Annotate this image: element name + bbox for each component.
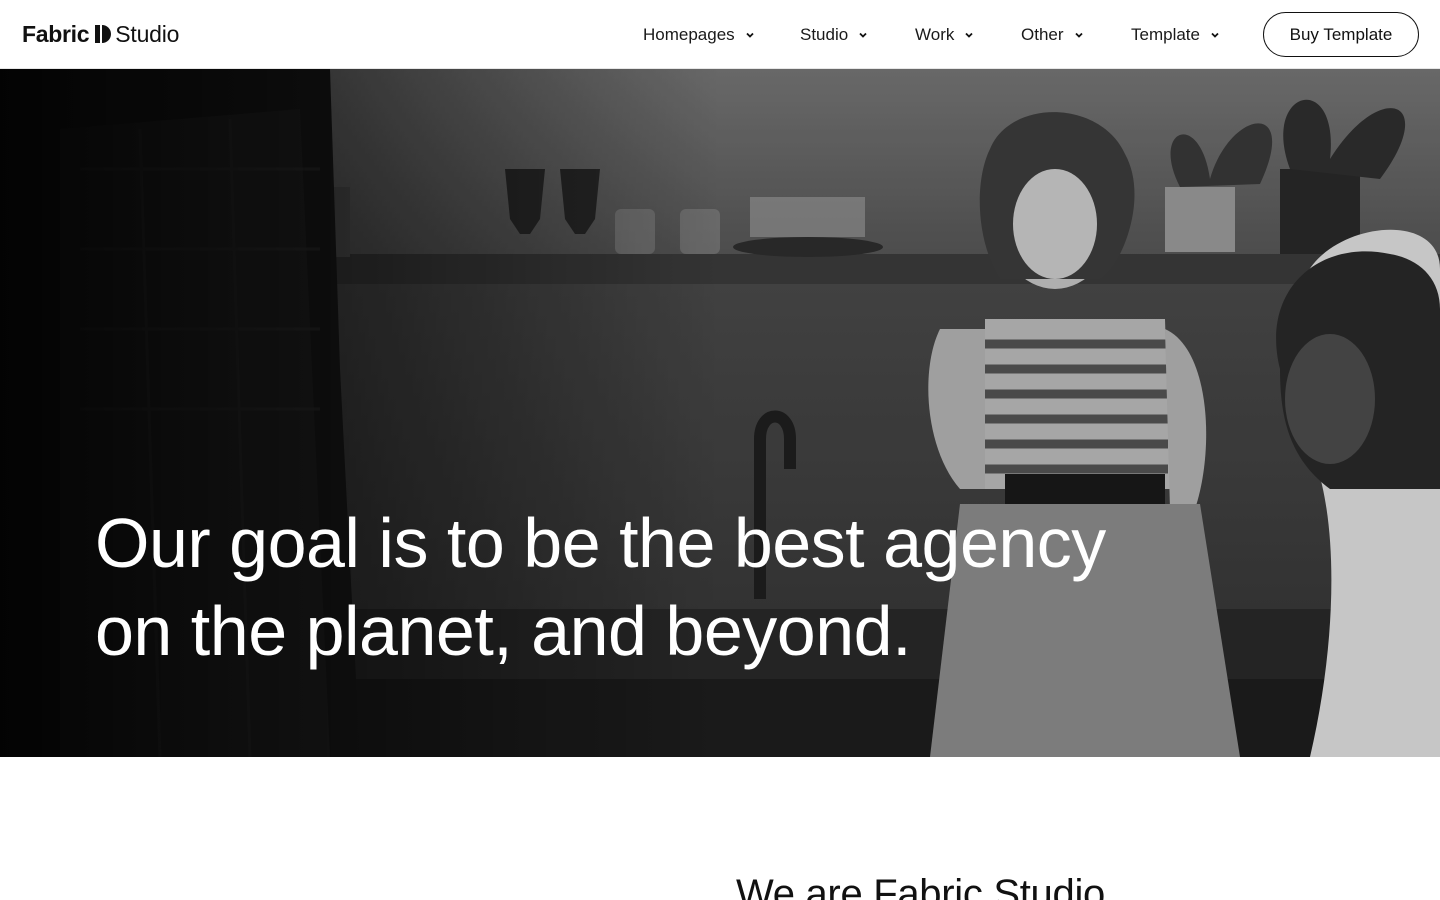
site-header: Fabric Studio Homepages Studio Work Othe… (0, 0, 1440, 69)
nav-item-work[interactable]: Work (915, 22, 974, 48)
nav-item-label: Template (1131, 25, 1200, 44)
hero-section: Our goal is to be the best agency on the… (0, 69, 1440, 757)
nav-item-label: Work (915, 25, 955, 44)
half-circle-logo-icon (95, 25, 112, 43)
nav-item-homepages[interactable]: Homepages (643, 22, 755, 48)
brand-name-bold: Fabric (22, 20, 90, 47)
brand-name-light: Studio (115, 20, 180, 47)
chevron-down-icon (859, 32, 867, 38)
nav-item-label: Homepages (643, 25, 735, 44)
brand-logo[interactable]: Fabric Studio (22, 20, 179, 48)
nav-item-studio[interactable]: Studio (800, 22, 868, 48)
hero-title-line-1: Our goal is to be the best agency (95, 504, 1106, 582)
chevron-down-icon (965, 32, 973, 38)
chevron-down-icon (1211, 32, 1219, 38)
buy-template-button[interactable]: Buy Template (1263, 12, 1419, 57)
nav-item-template[interactable]: Template (1131, 22, 1220, 48)
chevron-down-icon (1074, 32, 1083, 38)
nav-item-label: Other (1021, 25, 1064, 44)
chevron-down-icon (746, 32, 754, 38)
hero-title: Our goal is to be the best agency on the… (95, 499, 1195, 675)
nav-item-other[interactable]: Other (1021, 22, 1084, 48)
hero-title-line-2: on the planet, and beyond. (95, 592, 912, 670)
about-heading: We are Fabric Studio (736, 872, 1105, 900)
nav-item-label: Studio (800, 25, 849, 44)
